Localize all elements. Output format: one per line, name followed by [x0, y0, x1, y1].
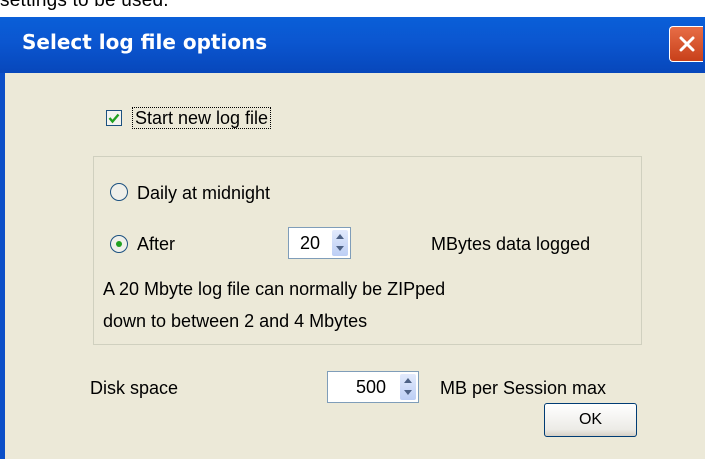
after-radio[interactable] — [110, 235, 128, 253]
daily-radio[interactable] — [110, 183, 128, 201]
close-x-icon — [679, 36, 695, 52]
dialog-body: Start new log file Daily at midnight Aft… — [0, 73, 705, 459]
mbytes-logged-label: MBytes data logged — [431, 234, 591, 254]
note-line-1: A 20 Mbyte log file can normally be ZIPp… — [103, 279, 446, 299]
close-button[interactable] — [669, 26, 703, 62]
start-new-log-label[interactable]: Start new log file — [132, 107, 272, 129]
mb-per-session-label: MB per Session max — [440, 378, 607, 398]
disk-space-label: Disk space — [90, 378, 179, 398]
note-line-2: down to between 2 and 4 Mbytes — [103, 311, 368, 331]
arrow-up-icon — [336, 234, 344, 239]
spin-buttons — [400, 374, 416, 400]
disk-space-spinner[interactable]: 500 — [327, 371, 419, 403]
spin-down-button[interactable] — [332, 243, 348, 256]
arrow-down-icon — [404, 390, 412, 395]
ok-button[interactable]: OK — [544, 403, 637, 437]
spin-buttons — [332, 230, 348, 256]
disk-space-value[interactable]: 500 — [332, 377, 386, 398]
arrow-up-icon — [404, 378, 412, 383]
after-label[interactable]: After — [137, 234, 175, 255]
title-bar[interactable]: Select log file options — [0, 17, 705, 73]
dialog-title: Select log file options — [22, 30, 268, 54]
spin-down-button[interactable] — [400, 387, 416, 400]
daily-label[interactable]: Daily at midnight — [137, 183, 270, 204]
log-size-value[interactable]: 20 — [292, 233, 320, 254]
arrow-down-icon — [336, 246, 344, 251]
checkmark-icon — [108, 113, 120, 124]
spin-up-button[interactable] — [400, 374, 416, 387]
log-size-spinner[interactable]: 20 — [288, 227, 351, 259]
log-options-dialog: Select log file options Start new log fi… — [0, 17, 705, 459]
radio-selected-dot — [116, 241, 122, 247]
spin-up-button[interactable] — [332, 230, 348, 243]
background-caption: settings to be used. — [0, 0, 169, 11]
start-new-log-checkbox[interactable] — [106, 110, 122, 126]
